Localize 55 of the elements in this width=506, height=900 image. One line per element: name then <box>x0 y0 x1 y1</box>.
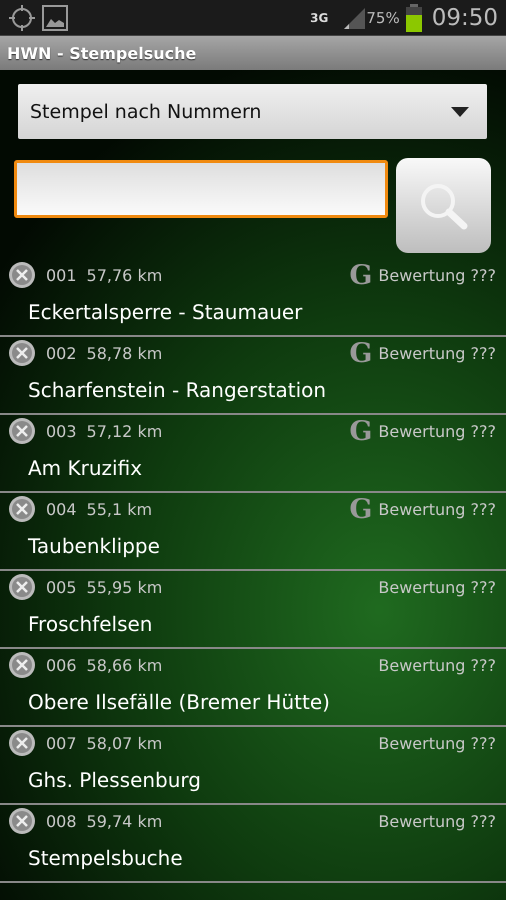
distance: 59,74 km <box>86 812 162 830</box>
stamp-number: 007 <box>46 734 77 752</box>
rating: Bewertung ??? <box>378 500 496 518</box>
g-mark: G <box>349 494 372 524</box>
image-icon <box>42 4 68 30</box>
stamp-name: Scharfenstein - Rangerstation <box>27 378 328 402</box>
remove-icon[interactable] <box>8 495 36 523</box>
rating: Bewertung ??? <box>378 734 496 752</box>
gps-icon <box>8 4 36 32</box>
distance: 57,76 km <box>86 266 162 284</box>
stamp-number: 001 <box>46 266 77 284</box>
stamp-name: Eckertalsperre - Staumauer <box>27 300 304 324</box>
stamp-number: 005 <box>46 578 77 596</box>
rating: Bewertung ??? <box>378 422 496 440</box>
distance: 58,07 km <box>86 734 162 752</box>
stamp-number: 006 <box>46 656 77 674</box>
g-mark: G <box>349 416 372 446</box>
distance: 57,12 km <box>86 422 162 440</box>
stamp-name: Stempelsbuche <box>27 846 184 870</box>
stamp-number: 008 <box>46 812 77 830</box>
distance: 58,66 km <box>86 656 162 674</box>
stamp-name: Am Kruzifix <box>27 456 144 480</box>
rating: Bewertung ??? <box>378 344 496 362</box>
stamp-name: Taubenklippe <box>27 534 161 558</box>
stamp-number: 003 <box>46 422 77 440</box>
battery-icon <box>406 4 422 32</box>
remove-icon[interactable] <box>8 729 36 757</box>
remove-icon[interactable] <box>8 339 36 367</box>
remove-icon[interactable] <box>8 807 36 835</box>
remove-icon[interactable] <box>8 573 36 601</box>
rating: Bewertung ??? <box>378 578 496 596</box>
clock: 09:50 <box>432 4 498 30</box>
search-field[interactable] <box>14 160 388 218</box>
stamp-number: 004 <box>46 500 77 518</box>
rating: Bewertung ??? <box>378 266 496 284</box>
dropdown-arrow-icon <box>451 106 469 116</box>
battery-percent: 75% <box>366 8 400 26</box>
distance: 55,1 km <box>86 500 152 518</box>
stamp-name: Froschfelsen <box>27 612 154 636</box>
distance: 55,95 km <box>86 578 162 596</box>
stamp-name: Ghs. Plessenburg <box>27 768 202 792</box>
g-mark: G <box>349 260 372 290</box>
distance: 58,78 km <box>86 344 162 362</box>
sort-dropdown[interactable]: Stempel nach Nummern <box>18 84 487 139</box>
g-mark: G <box>349 338 372 368</box>
rating: Bewertung ??? <box>378 812 496 830</box>
remove-icon[interactable] <box>8 651 36 679</box>
remove-icon[interactable] <box>8 261 36 289</box>
app-title: HWN - Stempelsuche <box>7 44 196 62</box>
stamp-number: 002 <box>46 344 77 362</box>
signal-icon <box>342 6 366 30</box>
network-label: 3G <box>310 10 328 24</box>
stamp-name: Obere Ilsefälle (Bremer Hütte) <box>27 690 331 714</box>
remove-icon[interactable] <box>8 417 36 445</box>
rating: Bewertung ??? <box>378 656 496 674</box>
